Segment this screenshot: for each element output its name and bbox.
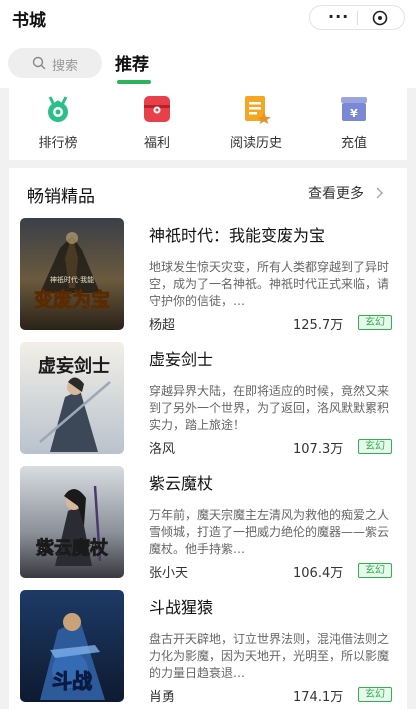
genre-badge: 玄幻 <box>358 439 392 454</box>
genre-badge: 玄幻 <box>358 687 392 702</box>
tab-recommend[interactable]: 推荐 <box>115 50 149 75</box>
svg-text:¥: ¥ <box>350 107 358 120</box>
search-placeholder: 搜索 <box>52 59 79 74</box>
cover-title: 紫云魔杖 <box>36 537 108 559</box>
gift-icon <box>144 96 170 122</box>
book-description: 地球发生惊天灾变，所有人类都穿越到了异时空，成为了一名神祇。神祇时代正式来临，请… <box>149 260 390 308</box>
history-doc-icon <box>245 96 271 124</box>
quick-link-recharge[interactable]: ¥ 充值 <box>319 94 389 154</box>
medal-icon <box>48 96 68 122</box>
book-word-count: 107.3万 <box>293 442 344 457</box>
cover-title: 虚妄剑士 <box>38 355 110 377</box>
quick-links-panel: 排行榜 福利 阅读历史 ¥ 充值 <box>9 88 407 160</box>
book-item[interactable]: 神祇时代·我能 变废为宝 神祇时代：我能变废为宝 地球发生惊天灾变，所有人类都穿… <box>9 218 407 333</box>
cover-subtext: 神祇时代·我能 <box>50 275 94 284</box>
book-author: 肖勇 <box>149 690 176 705</box>
cover-title: 变废为宝 <box>34 288 110 311</box>
genre-badge: 玄幻 <box>358 563 392 578</box>
book-item[interactable]: 紫云魔杖 紫云魔杖 万年前，魔天宗魔主左清风为救他的痴爱之人雪倾城，打造了一把威… <box>9 466 407 581</box>
capsule-divider <box>357 11 358 25</box>
book-word-count: 125.7万 <box>293 318 344 333</box>
quick-link-label: 福利 <box>143 136 170 151</box>
quick-link-label: 阅读历史 <box>229 136 282 151</box>
book-cover[interactable]: 紫云魔杖 <box>20 466 124 578</box>
quick-link-ranking[interactable]: 排行榜 <box>23 94 93 154</box>
top-nav-bar: 搜索 推荐 <box>0 36 416 88</box>
book-author: 洛风 <box>149 442 176 457</box>
quick-link-welfare[interactable]: 福利 <box>122 94 192 154</box>
quick-link-label: 排行榜 <box>38 136 78 151</box>
book-author: 张小天 <box>149 566 189 581</box>
chevron-right-icon[interactable] <box>376 187 384 199</box>
close-circle-icon[interactable] <box>372 10 388 26</box>
book-author: 杨超 <box>149 318 176 333</box>
see-more-link[interactable]: 查看更多 <box>308 183 364 203</box>
book-cover[interactable]: 斗战 <box>20 590 124 702</box>
book-title[interactable]: 紫云魔杖 <box>149 470 213 494</box>
book-cover[interactable]: 虚妄剑士 <box>20 342 124 454</box>
search-box[interactable]: 搜索 <box>8 48 102 78</box>
mini-program-capsule: ··· <box>309 5 405 30</box>
book-word-count: 106.4万 <box>293 566 344 581</box>
genre-badge: 玄幻 <box>358 315 392 330</box>
cover-title: 斗战 <box>52 669 92 693</box>
search-icon <box>32 56 46 70</box>
app-title: 书城 <box>12 11 46 31</box>
section-title: 畅销精品 <box>27 187 95 207</box>
more-icon[interactable]: ··· <box>328 8 349 26</box>
bestseller-section: 畅销精品 查看更多 神祇时代·我能 变废为宝 神祇时代：我能变废为宝 地球发生惊… <box>9 168 407 709</box>
book-description: 穿越异界大陆，在即将适应的时候，竟然又来到了另外一个世界，为了返回，洛风默默累积… <box>149 384 390 432</box>
book-title[interactable]: 神祇时代：我能变废为宝 <box>149 222 325 246</box>
quick-link-label: 充值 <box>340 136 367 151</box>
tab-active-indicator <box>117 80 151 84</box>
book-cover[interactable]: 神祇时代·我能 变废为宝 <box>20 218 124 330</box>
book-description: 盘古开天辟地，订立世界法则，混沌借法则之力化为影魔，因为天地开，光明至，所以影魔… <box>149 632 390 680</box>
wallet-yen-icon: ¥ <box>341 97 367 121</box>
app-title-bar: 书城 ··· <box>0 0 416 36</box>
book-description: 万年前，魔天宗魔主左清风为救他的痴爱之人雪倾城，打造了一把威力绝伦的魔器——紫云… <box>149 508 390 556</box>
book-item[interactable]: 虚妄剑士 虚妄剑士 穿越异界大陆，在即将适应的时候，竟然又来到了另外一个世界，为… <box>9 342 407 457</box>
book-item[interactable]: 斗战 斗战猩猿 盘古开天辟地，订立世界法则，混沌借法则之力化为影魔，因为天地开，… <box>9 590 407 705</box>
quick-link-history[interactable]: 阅读历史 <box>221 94 291 154</box>
book-word-count: 174.1万 <box>293 690 344 705</box>
book-title[interactable]: 虚妄剑士 <box>149 346 213 370</box>
book-title[interactable]: 斗战猩猿 <box>149 594 213 618</box>
